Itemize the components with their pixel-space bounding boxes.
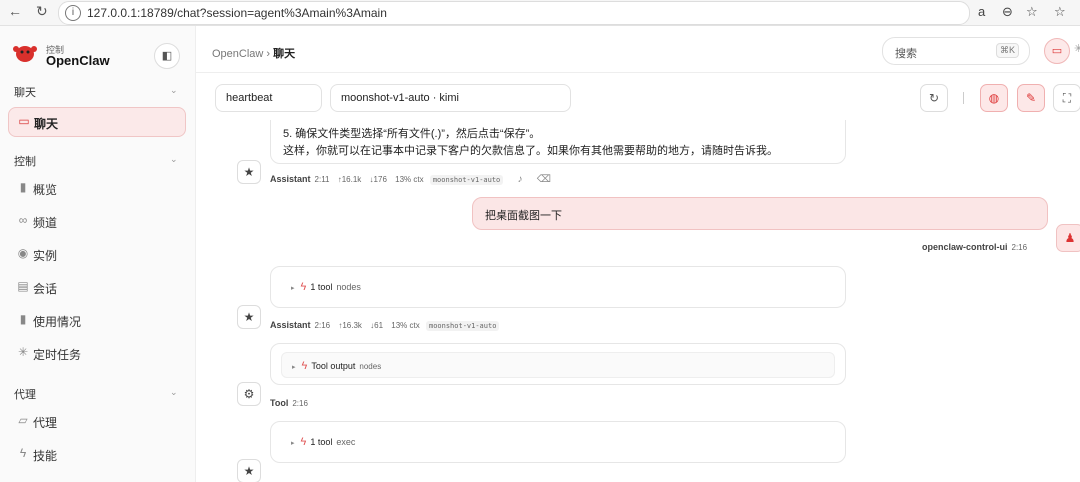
tool-call-summary[interactable]: ▸ ϟ 1 tool exec <box>291 436 355 448</box>
sidebar-item-sessions[interactable]: ▤ 会话 <box>8 273 184 301</box>
chevron-down-icon[interactable]: ⌄ <box>170 387 178 398</box>
search-shortcut: ⌘K <box>995 43 1019 58</box>
brand-name: OpenClaw <box>46 53 110 68</box>
address-bar[interactable]: i 127.0.0.1:18789/chat?session=agent%3Am… <box>58 1 970 25</box>
focus-button[interactable]: ⛶ <box>1053 84 1080 112</box>
url-text: 127.0.0.1:18789/chat?session=agent%3Amai… <box>87 6 387 20</box>
message-meta: Assistant 2:11 ↑16.1k ↓176 13% ctx moonsh… <box>270 174 551 185</box>
search-input[interactable]: 搜索 ⌘K <box>882 37 1030 65</box>
sidebar-item-cron[interactable]: ✳ 定时任务 <box>8 339 184 367</box>
section-agents-title[interactable]: 代理 <box>14 386 36 402</box>
user-message-text: 把桌面截图一下 <box>485 210 562 222</box>
wrench-icon: ✎ <box>1025 91 1037 105</box>
refresh-icon: ↻ <box>928 91 940 105</box>
reload-icon[interactable]: ↻ <box>36 3 48 20</box>
tools-toggle-button[interactable]: ✎ <box>1017 84 1045 112</box>
tool-call-bubble[interactable]: ▸ ϟ 1 tool nodes <box>270 266 846 308</box>
breadcrumb: OpenClaw › 聊天 <box>212 45 295 61</box>
bar-chart-icon: ▮ <box>19 180 27 194</box>
section-control-title[interactable]: 控制 <box>14 153 36 169</box>
message-line: 5. 确保文件类型选择“所有文件(.)”，然后点击“保存”。 <box>283 128 541 140</box>
sidebar: 控制 OpenClaw ◧ 聊天 ⌄ ▭ 聊天 控制 ⌄ ▮ 概览 ∞ 频道 ◉… <box>0 26 196 482</box>
sidebar-item-overview[interactable]: ▮ 概览 <box>8 174 184 202</box>
breadcrumb-root[interactable]: OpenClaw <box>212 48 263 60</box>
user-message-bubble: 把桌面截图一下 <box>472 197 1048 230</box>
sidebar-item-agents[interactable]: ▱ 代理 <box>8 407 184 435</box>
brain-icon: ◍ <box>988 91 1000 105</box>
sidebar-item-chat[interactable]: ▭ 聊天 <box>8 107 186 137</box>
back-icon[interactable]: ← <box>8 3 22 19</box>
message-meta: Tool 2:16 <box>270 398 308 408</box>
folder-icon: ▱ <box>18 413 28 427</box>
tool-output-bubble: ▸ ϟ Tool output nodes <box>270 343 846 385</box>
session-select-value: heartbeat <box>226 92 273 104</box>
tool-output-row[interactable]: ▸ ϟ Tool output nodes <box>281 352 835 378</box>
message-meta: Assistant 2:16 ↑16.3k ↓61 13% ctx moonsho… <box>270 320 500 331</box>
page-header: OpenClaw › 聊天 搜索 ⌘K ▭ ✳ <box>196 26 1080 73</box>
model-select-value: moonshot-v1-auto · kimi <box>341 92 459 104</box>
bar-chart-icon: ▮ <box>19 312 27 326</box>
thinking-toggle-button[interactable]: ◍ <box>980 84 1008 112</box>
loader-icon: ✳ <box>17 345 29 359</box>
document-icon: ▤ <box>17 279 29 293</box>
info-icon[interactable]: i <box>65 5 81 21</box>
broadcast-icon: ◉ <box>17 246 29 260</box>
toolbar-divider <box>963 92 964 104</box>
monitor-icon[interactable]: ▭ <box>1044 38 1070 64</box>
refresh-button[interactable]: ↻ <box>920 84 948 112</box>
assistant-avatar-star-icon: ★ <box>237 305 261 329</box>
trash-icon[interactable]: ⌫ <box>537 174 551 185</box>
bolt-icon: ϟ <box>301 360 308 372</box>
openclaw-logo-icon <box>13 46 37 62</box>
chevron-down-icon[interactable]: ⌄ <box>170 85 178 96</box>
breadcrumb-current: 聊天 <box>273 48 296 60</box>
session-select[interactable]: heartbeat <box>215 84 322 112</box>
assistant-avatar-star-icon: ★ <box>237 160 261 184</box>
message-line: 这样，你就可以在记事本中记录下客户的欠款信息了。如果你有其他需要帮助的地方，请随… <box>283 145 778 157</box>
sidebar-item-channels[interactable]: ∞ 频道 <box>8 207 184 235</box>
assistant-avatar-star-icon: ★ <box>237 459 261 482</box>
chat-bubble-icon: ▭ <box>18 114 30 128</box>
expand-triangle-icon: ▸ <box>292 364 296 371</box>
speaker-icon[interactable]: ♪ <box>518 174 523 185</box>
expand-triangle-icon: ▸ <box>291 440 295 447</box>
user-message-meta: openclaw-control-ui 2:16 <box>922 242 1028 252</box>
collapse-sidebar-icon[interactable]: ◧ <box>154 43 180 69</box>
breadcrumb-separator: › <box>266 48 271 60</box>
sidebar-item-instances[interactable]: ◉ 实例 <box>8 240 184 268</box>
bolt-icon: ϟ <box>19 446 27 460</box>
zoom-icon[interactable]: ⊖ <box>1002 4 1013 20</box>
sidebar-item-skills[interactable]: ϟ 技能 <box>8 440 184 468</box>
translate-icon[interactable]: a <box>978 4 985 19</box>
chevron-down-icon[interactable]: ⌄ <box>170 154 178 165</box>
model-select[interactable]: moonshot-v1-auto · kimi <box>330 84 571 112</box>
chat-thread[interactable]: 5. 确保文件类型选择“所有文件(.)”，然后点击“保存”。 这样，你就可以在记… <box>196 120 1080 482</box>
expand-triangle-icon: ▸ <box>291 285 295 292</box>
link-icon: ∞ <box>18 213 28 227</box>
user-avatar-icon: ♟ <box>1056 224 1080 252</box>
favorites-icon[interactable]: ☆ <box>1054 4 1066 20</box>
focus-icon: ⛶ <box>1062 91 1072 105</box>
bolt-icon: ϟ <box>300 281 307 293</box>
search-placeholder: 搜索 <box>895 48 917 60</box>
tool-call-summary[interactable]: ▸ ϟ 1 tool nodes <box>291 281 361 293</box>
assistant-message-bubble: 5. 确保文件类型选择“所有文件(.)”，然后点击“保存”。 这样，你就可以在记… <box>270 120 846 164</box>
tool-call-bubble[interactable]: ▸ ϟ 1 tool exec <box>270 421 846 463</box>
sidebar-item-usage[interactable]: ▮ 使用情况 <box>8 306 184 334</box>
browser-toolbar: ← ↻ i 127.0.0.1:18789/chat?session=agent… <box>0 0 1080 26</box>
section-chat-title[interactable]: 聊天 <box>14 84 36 100</box>
tool-avatar-gear-icon: ⚙ <box>237 382 261 406</box>
settings-partial-icon[interactable]: ✳ <box>1074 42 1080 55</box>
bolt-icon: ϟ <box>300 436 307 448</box>
star-icon[interactable]: ☆ <box>1026 4 1038 20</box>
